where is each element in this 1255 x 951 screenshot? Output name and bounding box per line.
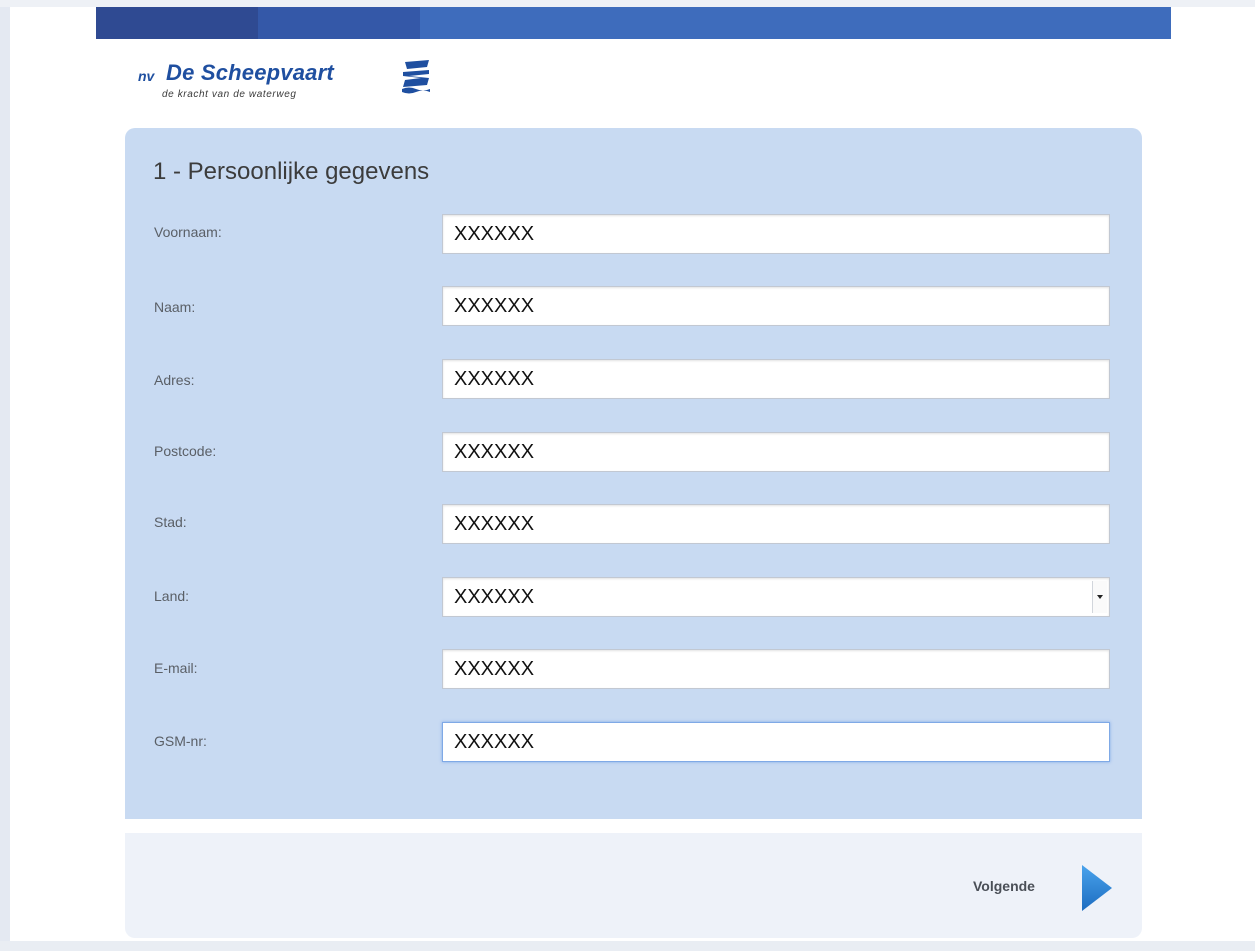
country-value: XXXXXX [454,585,535,608]
city-value: XXXXXX [454,512,535,535]
address-value: XXXXXX [454,367,535,390]
arrow-right-icon[interactable] [1080,863,1114,913]
country-select[interactable]: XXXXXX [442,577,1110,617]
city-label: Stad: [154,514,187,530]
next-button-label[interactable]: Volgende [973,878,1035,894]
header-bar-segment [420,7,1171,39]
logo-prefix: nv [138,68,155,84]
chevron-down-icon[interactable] [1092,581,1107,613]
postcode-field[interactable]: XXXXXX [442,432,1110,472]
last-name-field[interactable]: XXXXXX [442,286,1110,326]
header-bar-segment [258,7,420,39]
logo-name: De Scheepvaart [166,60,334,85]
last-name-label: Naam: [154,299,196,315]
mobile-field[interactable]: XXXXXX [442,722,1110,762]
mobile-value: XXXXXX [454,730,535,753]
header-bar-segment [96,7,258,39]
form-title: 1 - Persoonlijke gegevens [153,158,430,185]
personal-details-form: 1 - Persoonlijke gegevens Voornaam: XXXX… [125,128,1142,819]
email-label: E-mail: [154,660,198,676]
postcode-label: Postcode: [154,443,217,459]
left-edge [0,0,10,951]
logo: nv De Scheepvaart de kracht van de water… [138,58,438,108]
city-field[interactable]: XXXXXX [442,504,1110,544]
top-rule [0,0,1255,7]
form-footer: Volgende [125,833,1142,938]
mobile-label: GSM-nr: [154,733,207,749]
country-label: Land: [154,588,190,604]
first-name-field[interactable]: XXXXXX [442,214,1110,254]
scheepvaart-logo-icon [402,60,430,94]
page: nv De Scheepvaart de kracht van de water… [0,0,1255,951]
address-label: Adres: [154,372,195,388]
logo-tagline: de kracht van de waterweg [162,89,297,100]
last-name-value: XXXXXX [454,294,535,317]
bottom-edge [0,941,1255,951]
postcode-value: XXXXXX [454,440,535,463]
email-value: XXXXXX [454,657,535,680]
first-name-value: XXXXXX [454,222,535,245]
first-name-label: Voornaam: [154,224,222,240]
address-field[interactable]: XXXXXX [442,359,1110,399]
header-bar [96,7,1171,39]
email-field[interactable]: XXXXXX [442,649,1110,689]
